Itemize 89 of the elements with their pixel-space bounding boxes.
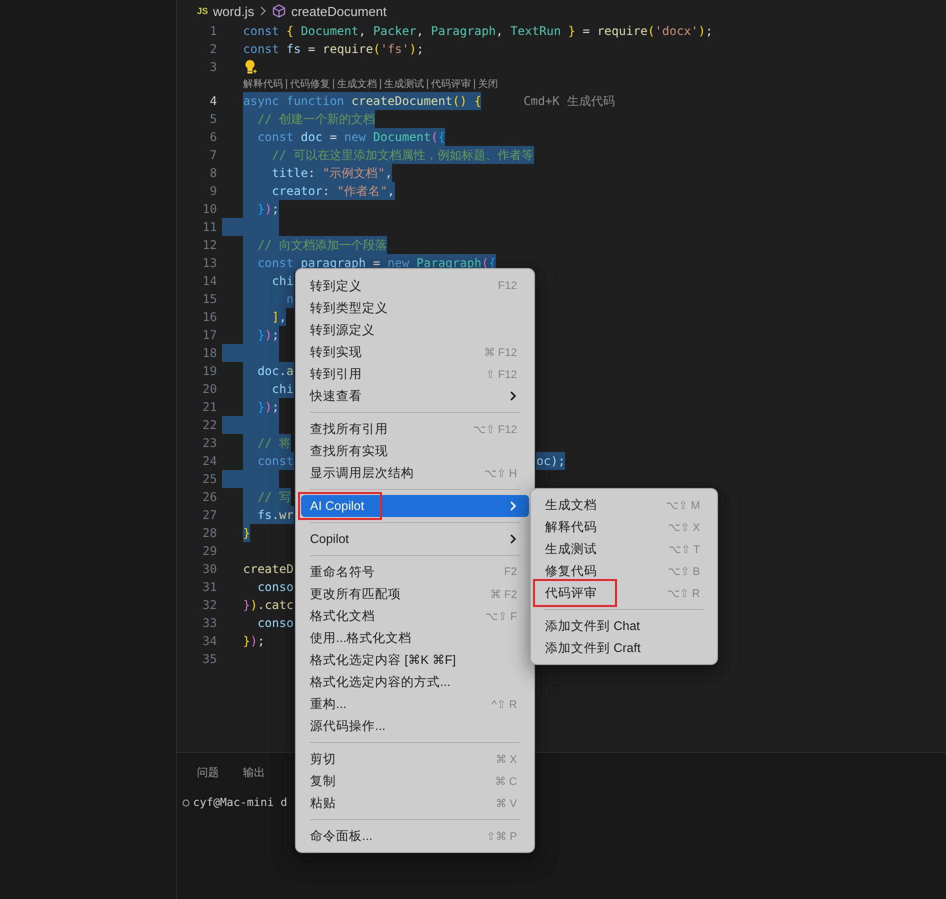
code-line: const fs = require('fs'); (243, 41, 424, 58)
lightbulb-icon[interactable] (243, 59, 258, 75)
codelens-link[interactable]: 代码评审 (431, 77, 471, 91)
line-number: 3 (208, 60, 217, 74)
line-number: 9 (208, 184, 217, 198)
code-line: }).catc (243, 597, 294, 614)
menu-item[interactable]: 格式化选定内容的方式... (301, 671, 529, 693)
breadcrumb-file[interactable]: word.js (213, 4, 254, 18)
code-line: }); (243, 633, 265, 650)
line-number: 8 (208, 166, 217, 180)
line-number: 28 (202, 526, 217, 540)
code-line: conso (256, 615, 294, 632)
terminal-prompt: cyf@Mac-mini d (193, 796, 288, 809)
menu-item[interactable]: 添加文件到 Craft (536, 637, 712, 659)
menu-item[interactable]: 解释代码 ⌥⇧ X (536, 516, 712, 538)
menu-item[interactable]: 重命名符号 F2 (301, 561, 529, 583)
menu-item[interactable]: AI Copilot (301, 495, 529, 517)
line-number: 27 (202, 508, 217, 522)
menu-item[interactable]: 转到引用 ⇧ F12 (301, 363, 529, 385)
panel-tab[interactable]: 问题 (197, 765, 219, 780)
line-number: 13 (202, 256, 217, 270)
line-number: 23 (202, 436, 217, 450)
chevron-right-icon (259, 6, 268, 16)
menu-item[interactable]: 查找所有引用 ⌥⇧ F12 (301, 418, 529, 440)
menu-item[interactable]: 重构... ^⇧ R (301, 693, 529, 715)
line-number: 25 (202, 472, 217, 486)
line-number: 29 (202, 544, 217, 558)
codelens-link[interactable]: 生成测试 (384, 77, 424, 91)
line-number: 21 (202, 400, 217, 414)
menu-item[interactable]: 代码评审 ⌥⇧ R (536, 582, 712, 604)
line-number: 15 (202, 292, 217, 306)
menu-item[interactable]: 显示调用层次结构 ⌥⇧ H (301, 462, 529, 484)
menu-item[interactable]: 快速查看 (301, 385, 529, 407)
line-number: 4 (208, 94, 217, 108)
menu-item[interactable]: 生成文档 ⌥⇧ M (536, 494, 712, 516)
menu-item[interactable]: 格式化文档 ⌥⇧ F (301, 605, 529, 627)
line-number: 7 (208, 148, 217, 162)
menu-item[interactable]: 添加文件到 Chat (536, 615, 712, 637)
circle-icon (182, 798, 190, 806)
line-number: 11 (202, 220, 217, 234)
menu-item[interactable]: 生成测试 ⌥⇧ T (536, 538, 712, 560)
line-number: 35 (202, 652, 217, 666)
line-number: 12 (202, 238, 217, 252)
menu-item[interactable]: 复制 ⌘ C (301, 770, 529, 792)
codelens-link[interactable]: 代码修复 (290, 77, 330, 91)
menu-item[interactable]: 查找所有实现 (301, 440, 529, 462)
line-number: 30 (202, 562, 217, 576)
code-line: conso (256, 579, 294, 596)
menu-item[interactable]: 转到实现 ⌘ F12 (301, 341, 529, 363)
menu-item[interactable]: 转到定义 F12 (301, 275, 529, 297)
panel-tab[interactable]: 输出 (243, 765, 265, 780)
cube-icon (272, 4, 286, 18)
line-number: 14 (202, 274, 217, 288)
menu-item[interactable]: 转到源定义 (301, 319, 529, 341)
line-number: 33 (202, 616, 217, 630)
menu-item[interactable]: 修复代码 ⌥⇧ B (536, 560, 712, 582)
codelens-link[interactable]: 解释代码 (243, 77, 283, 91)
line-number: 10 (202, 202, 217, 216)
line-number: 31 (202, 580, 217, 594)
line-number: 6 (208, 130, 217, 144)
code-line: createD (243, 561, 294, 578)
line-number: 19 (202, 364, 217, 378)
menu-item[interactable]: 命令面板... ⇧⌘ P (301, 825, 529, 847)
menu-item[interactable]: 格式化选定内容 [⌘K ⌘F] (301, 649, 529, 671)
menu-item[interactable]: 使用...格式化文档 (301, 627, 529, 649)
line-number: 18 (202, 346, 217, 360)
line-number: 5 (208, 112, 217, 126)
inline-hint: Cmd+K 生成代码 (523, 92, 615, 110)
breadcrumb-symbol[interactable]: createDocument (291, 4, 387, 18)
code-line: const { Document, Packer, Paragraph, TextRun } = require('docx'); (243, 23, 713, 40)
codelens-link[interactable]: 生成文档 (337, 77, 377, 91)
line-number: 1 (208, 24, 217, 38)
line-number: 17 (202, 328, 217, 342)
line-number: 34 (202, 634, 217, 648)
menu-item[interactable]: Copilot (301, 528, 529, 550)
menu-item[interactable]: 剪切 ⌘ X (301, 748, 529, 770)
line-number: 22 (202, 418, 217, 432)
menu-item[interactable]: 源代码操作... (301, 715, 529, 737)
menu-item[interactable]: 粘贴 ⌘ V (301, 792, 529, 814)
menu-item[interactable]: 转到类型定义 (301, 297, 529, 319)
line-number: 2 (208, 42, 217, 56)
line-number: 24 (202, 454, 217, 468)
menu-item[interactable]: 更改所有匹配项 ⌘ F2 (301, 583, 529, 605)
line-number: 16 (202, 310, 217, 324)
file-type-label: JS (197, 6, 208, 16)
line-number: 20 (202, 382, 217, 396)
line-number: 26 (202, 490, 217, 504)
line-number: 32 (202, 598, 217, 612)
codelens-link[interactable]: 关闭 (478, 77, 498, 91)
